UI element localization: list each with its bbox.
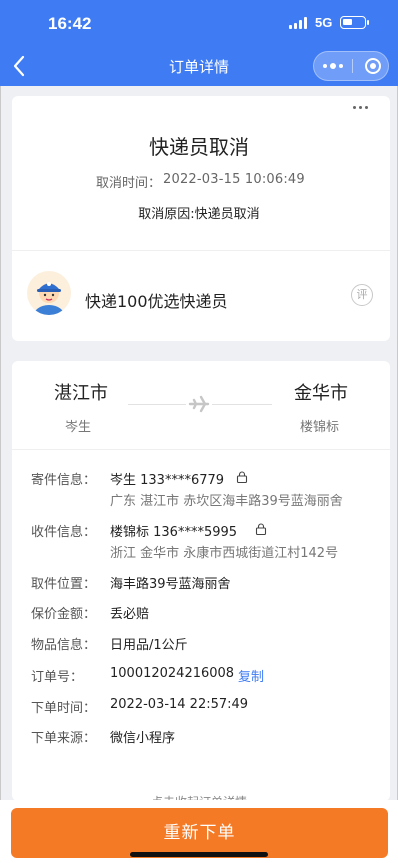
sender-contact: 岑生 133****6779 xyxy=(110,473,225,488)
sender-address: 广东 湛江市 赤坎区海丰路39号蓝海丽舍 xyxy=(110,494,343,509)
item-info-value: 日用品/1公斤 xyxy=(110,638,188,653)
reorder-button[interactable]: 重新下单 xyxy=(11,808,388,858)
item-info-label: 物品信息： xyxy=(31,638,97,653)
sender-name: 岑生 xyxy=(65,420,92,435)
cancel-reason: 取消原因:快递员取消 xyxy=(138,207,260,222)
receiver-contact: 楼锦标 136****5995 xyxy=(110,525,238,540)
cancel-time-label: 取消时间： xyxy=(96,176,162,191)
order-time-label: 下单时间： xyxy=(31,701,97,716)
more-icon[interactable] xyxy=(314,52,352,80)
more-options-icon[interactable] xyxy=(353,106,373,112)
battery-tip xyxy=(367,20,369,25)
nav-bar: 订单详情 xyxy=(0,48,398,84)
divider xyxy=(12,250,390,251)
receiver-info-label: 收件信息： xyxy=(31,525,97,540)
home-indicator xyxy=(130,852,268,857)
capsule-divider xyxy=(352,59,353,73)
airplane-icon xyxy=(186,394,212,414)
courier-name: 快递100优选快递员 xyxy=(85,292,228,311)
order-source-label: 下单来源： xyxy=(31,731,97,746)
receiver-address: 浙江 金华市 永康市西城街道江村142号 xyxy=(110,546,339,561)
receiver-name: 楼锦标 xyxy=(300,420,340,435)
pickup-location-value: 海丰路39号蓝海丽舍 xyxy=(110,577,231,592)
copy-order-number-link[interactable]: 复制 xyxy=(238,666,264,685)
insurance-label: 保价金额： xyxy=(31,607,97,622)
sender-city: 湛江市 xyxy=(54,383,108,404)
miniprogram-capsule xyxy=(313,51,389,81)
status-bar: 16:42 5G xyxy=(0,0,398,48)
order-number-value: 100012024216008 xyxy=(110,666,235,681)
order-number-label: 订单号： xyxy=(31,670,84,685)
pickup-location-label: 取件位置： xyxy=(31,577,97,592)
courier-avatar xyxy=(27,271,71,315)
lock-icon[interactable] xyxy=(255,523,267,535)
lock-icon[interactable] xyxy=(236,471,248,483)
network-type: 5G xyxy=(315,15,333,30)
insurance-value: 丢必赔 xyxy=(110,607,150,622)
order-time-value: 2022-03-14 22:57:49 xyxy=(110,697,249,712)
receiver-city: 金华市 xyxy=(294,383,348,404)
status-time: 16:42 xyxy=(48,14,92,33)
close-miniprogram-icon[interactable] xyxy=(365,58,381,74)
signal-icon xyxy=(289,17,309,29)
battery-icon xyxy=(340,16,366,29)
rate-courier-icon[interactable]: 评 xyxy=(351,284,373,306)
sender-info-label: 寄件信息： xyxy=(31,473,97,488)
cancel-time-value: 2022-03-15 10:06:49 xyxy=(163,172,305,187)
order-status-title: 快递员取消 xyxy=(149,135,249,159)
divider xyxy=(12,449,390,450)
order-source-value: 微信小程序 xyxy=(110,731,176,746)
